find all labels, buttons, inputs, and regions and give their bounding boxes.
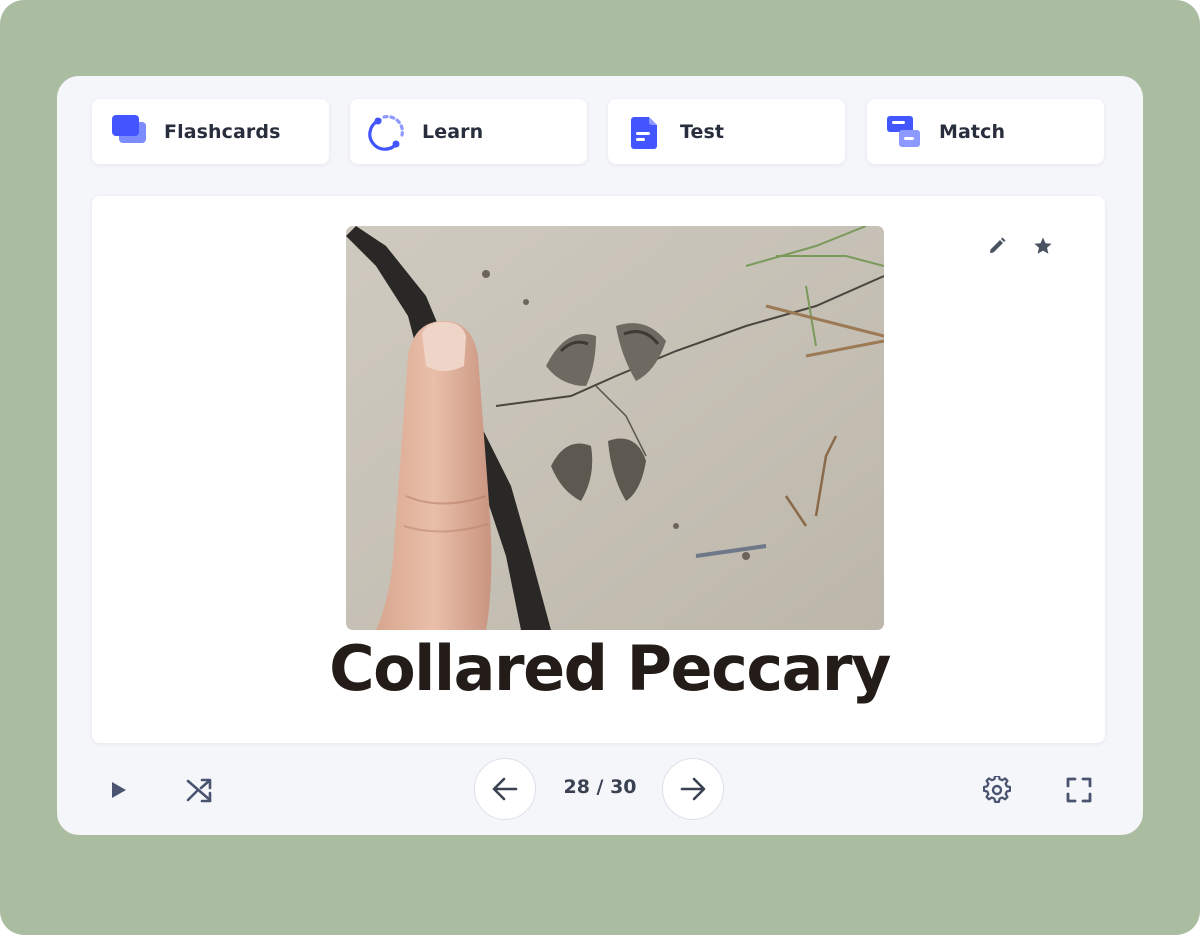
shuffle-button[interactable] [179, 770, 219, 810]
learn-icon [368, 113, 406, 151]
mode-tab-learn-label: Learn [422, 120, 484, 143]
test-icon [626, 113, 664, 151]
mode-tab-match-label: Match [939, 120, 1006, 143]
arrow-right-icon [680, 777, 706, 801]
previous-card-button[interactable] [474, 758, 536, 820]
pencil-icon [990, 237, 1006, 253]
edit-card-button[interactable] [985, 234, 1009, 258]
mode-tab-flashcards[interactable]: Flashcards [92, 99, 329, 164]
mode-tab-match[interactable]: Match [867, 99, 1104, 164]
mode-tab-test-label: Test [680, 120, 725, 143]
fullscreen-icon [1066, 777, 1092, 803]
card-term: Collared Peccary [329, 632, 891, 705]
gear-icon [983, 776, 1011, 804]
mode-tab-learn[interactable]: Learn [350, 99, 587, 164]
app-background: Flashcards Learn Test Match Collared Pec… [0, 0, 1200, 935]
mode-tab-test[interactable]: Test [608, 99, 845, 164]
star-card-button[interactable] [1031, 234, 1055, 258]
next-card-button[interactable] [662, 758, 724, 820]
play-button[interactable] [98, 770, 138, 810]
flashcards-icon [110, 113, 148, 151]
star-icon [1034, 237, 1052, 254]
mode-tab-flashcards-label: Flashcards [164, 120, 281, 143]
flashcard[interactable]: Collared Peccary [92, 196, 1105, 743]
card-image [346, 226, 884, 630]
shuffle-icon [186, 778, 212, 803]
fullscreen-button[interactable] [1059, 770, 1099, 810]
match-icon [885, 113, 923, 151]
settings-button[interactable] [977, 770, 1017, 810]
arrow-left-icon [492, 777, 518, 801]
study-panel: Flashcards Learn Test Match Collared Pec… [57, 76, 1143, 835]
play-icon [112, 782, 126, 798]
card-counter: 28 / 30 [563, 776, 637, 798]
